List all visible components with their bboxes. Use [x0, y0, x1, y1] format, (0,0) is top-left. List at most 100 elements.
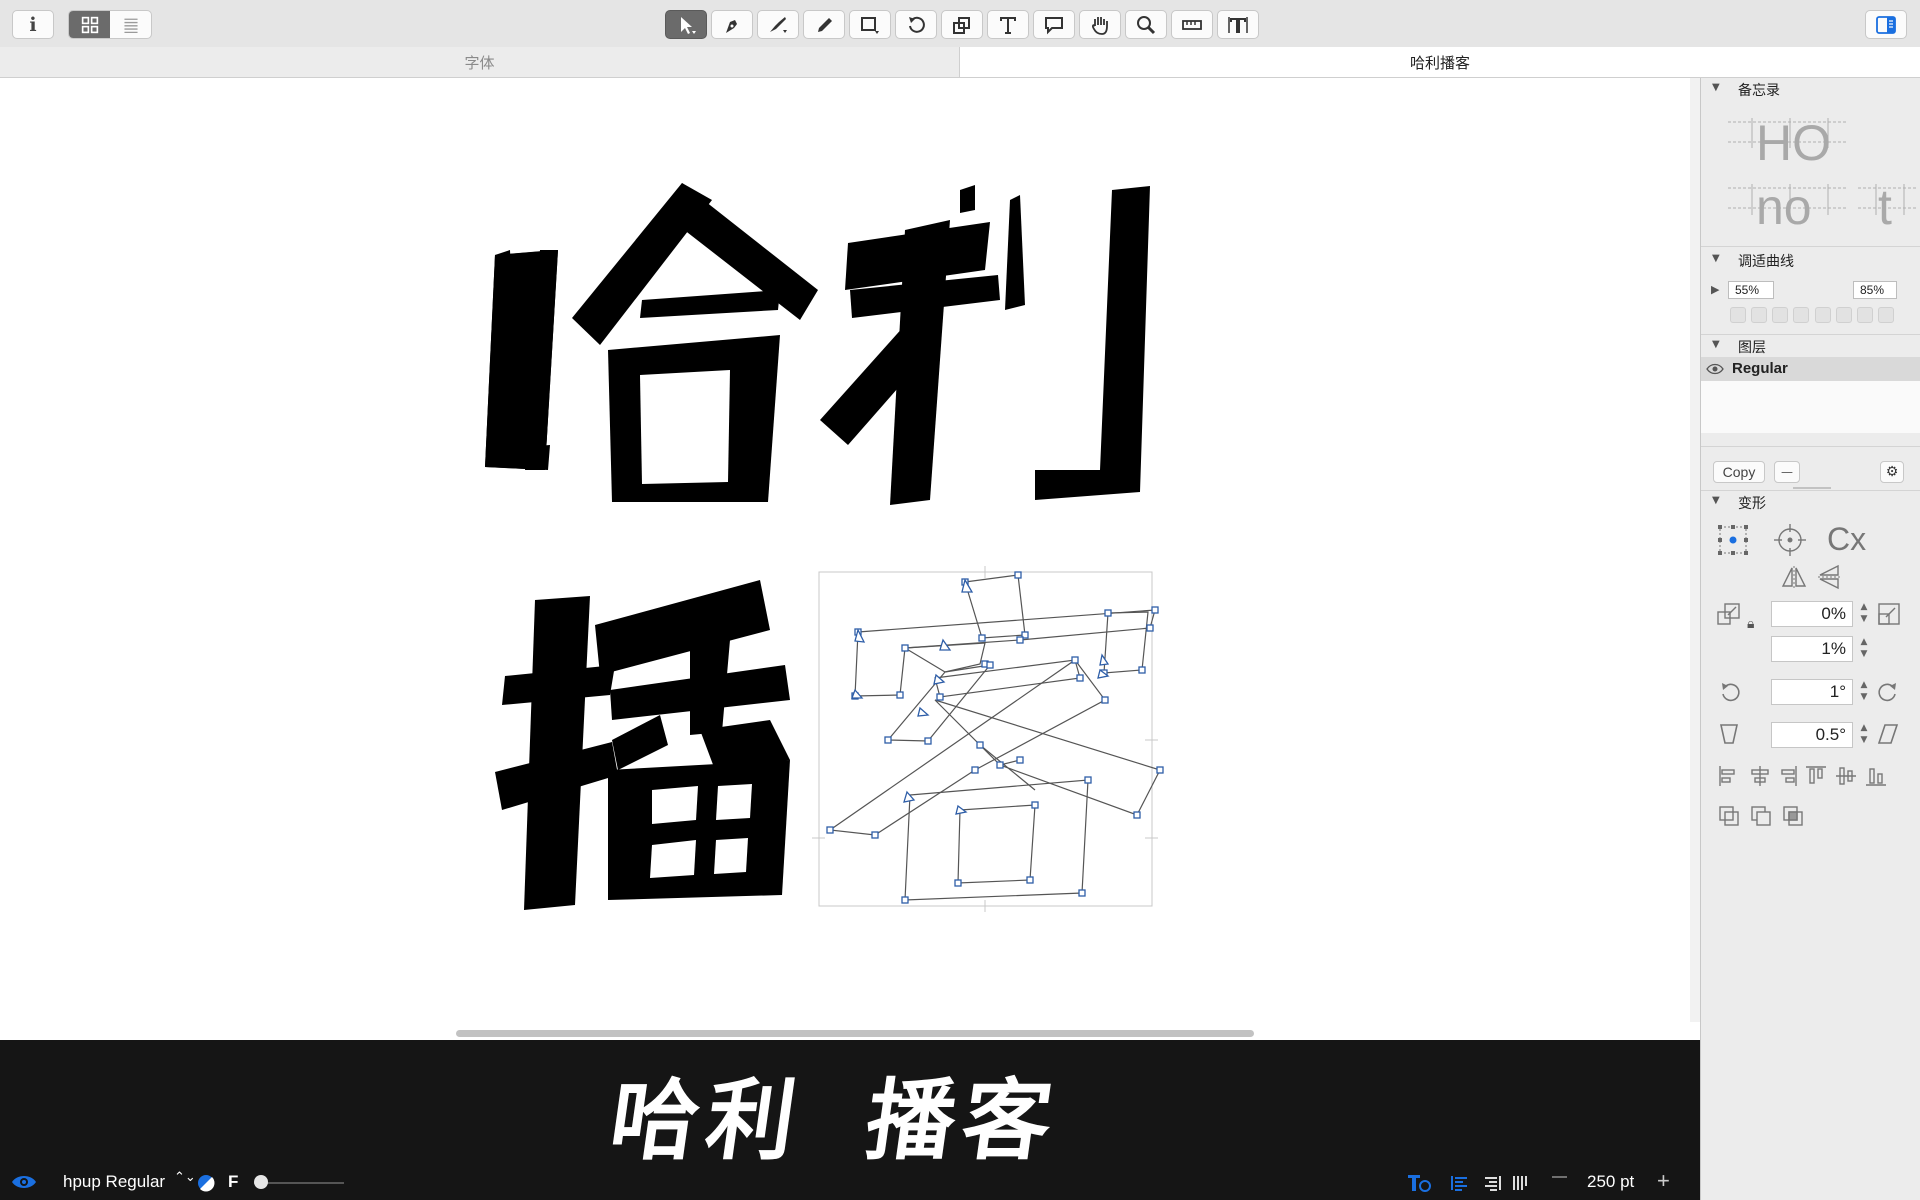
rotate-tool-button[interactable] [895, 10, 937, 39]
align-right-icon[interactable] [1781, 766, 1797, 786]
info-button[interactable]: i [12, 10, 54, 39]
rotate-tool-icon [909, 16, 925, 33]
crosshair-icon[interactable] [1772, 522, 1808, 558]
scale-tool-button[interactable] [941, 10, 983, 39]
rectangle-tool-icon [861, 16, 879, 34]
glyph-ke-outline[interactable] [812, 566, 1164, 912]
pencil-tool-button[interactable] [803, 10, 845, 39]
eye-icon[interactable] [10, 1172, 38, 1192]
boolean-ops-toolbar [1719, 806, 1803, 826]
metrics-tool-button[interactable] [1217, 10, 1259, 39]
flip-vertical-icon[interactable] [1816, 564, 1842, 590]
flip-horizontal-icon[interactable] [1781, 564, 1807, 590]
zoom-out-button[interactable]: — [1552, 1168, 1567, 1185]
measure-tool-button[interactable] [1171, 10, 1213, 39]
text-options-icon[interactable] [1406, 1172, 1432, 1194]
notes-section-title[interactable]: 备忘录 [1712, 80, 1780, 100]
hand-tool-button[interactable] [1079, 10, 1121, 39]
curve-preset-6[interactable] [1836, 307, 1852, 323]
scale-y-stepper[interactable]: ▲ ▼ [1858, 636, 1870, 662]
curve-left-field[interactable]: 55% [1728, 281, 1774, 299]
sidebar-toggle-button[interactable] [1865, 10, 1907, 39]
zoom-in-button[interactable]: + [1657, 1168, 1670, 1194]
kerning-preview-line3: t [1878, 179, 1892, 235]
curve-preset-4[interactable] [1793, 307, 1809, 323]
align-center-h-icon[interactable] [1751, 766, 1769, 786]
text-tool-button[interactable] [987, 10, 1029, 39]
rotate-stepper[interactable]: ▲ ▼ [1858, 679, 1870, 705]
curve-preset-5[interactable] [1815, 307, 1831, 323]
curve-preset-2[interactable] [1751, 307, 1767, 323]
curve-preset-1[interactable] [1730, 307, 1746, 323]
disclosure-triangle-icon[interactable]: ▶ [1711, 283, 1719, 296]
layers-list-empty-area [1701, 381, 1920, 433]
scale-x-stepper[interactable]: ▲ ▼ [1858, 601, 1870, 627]
pencil-tool-icon [818, 17, 832, 32]
panel-resize-handle[interactable] [1793, 487, 1831, 489]
slant-left-icon[interactable] [1718, 722, 1742, 746]
list-view-button[interactable] [110, 11, 151, 38]
intersect-icon[interactable] [1783, 806, 1803, 826]
align-toolbar [1719, 766, 1886, 786]
lock-icon[interactable]: 🔒︎ [1747, 616, 1754, 632]
copy-layer-button[interactable]: Copy [1713, 461, 1765, 483]
scale-up-icon[interactable] [1876, 601, 1902, 627]
metrics-tool-icon [1228, 16, 1248, 33]
layer-name[interactable]: Regular [1732, 360, 1788, 377]
align-right-icon[interactable] [1482, 1174, 1502, 1192]
horizontal-scrollbar[interactable] [456, 1030, 1254, 1037]
zoom-tool-button[interactable] [1125, 10, 1167, 39]
glyph-canvas[interactable] [0, 78, 1700, 1022]
tab-fonts[interactable]: 字体 [0, 47, 960, 77]
master-selector[interactable]: hpup Regular [63, 1172, 165, 1192]
union-icon[interactable] [1719, 806, 1739, 826]
rotate-ccw-icon[interactable] [1718, 680, 1742, 704]
eye-icon[interactable] [1706, 362, 1724, 376]
pen-tool-button[interactable] [757, 10, 799, 39]
gear-icon[interactable]: ⚙ [1880, 461, 1904, 483]
curve-preset-7[interactable] [1857, 307, 1873, 323]
toolbar: i [0, 0, 1920, 48]
align-left-icon[interactable] [1719, 766, 1735, 786]
transform-origin-grid-icon[interactable] [1717, 524, 1749, 556]
align-top-icon[interactable] [1806, 766, 1826, 784]
font-indicator[interactable]: F [228, 1172, 238, 1192]
scale-x-field[interactable]: 0% [1771, 601, 1853, 627]
size-slider-knob[interactable] [254, 1175, 268, 1189]
layers-section-title[interactable]: 图层 [1712, 337, 1766, 357]
rectangle-tool-button[interactable] [849, 10, 891, 39]
remove-layer-button[interactable]: — [1774, 461, 1800, 483]
curve-preset-3[interactable] [1772, 307, 1788, 323]
tab-glyph-view[interactable]: 哈利播客 [960, 47, 1920, 77]
list-view-icon [123, 18, 138, 33]
draw-tool-button[interactable] [711, 10, 753, 39]
color-mode-icon[interactable] [196, 1173, 216, 1193]
slant-right-icon[interactable] [1876, 722, 1900, 746]
view-mode-control [68, 10, 152, 39]
vertical-text-icon[interactable] [1511, 1174, 1529, 1192]
font-size-value[interactable]: 250 pt [1587, 1172, 1634, 1192]
curve-preset-8[interactable] [1878, 307, 1894, 323]
cx-align-button[interactable]: Cx [1827, 522, 1866, 556]
transform-section-title[interactable]: 变形 [1712, 493, 1766, 513]
curve-section-title[interactable]: 调适曲线 [1712, 251, 1794, 271]
subtract-icon[interactable] [1751, 806, 1771, 826]
align-bottom-icon[interactable] [1866, 768, 1886, 786]
slant-stepper[interactable]: ▲ ▼ [1858, 722, 1870, 748]
slant-field[interactable]: 0.5° [1771, 722, 1853, 748]
divider [1701, 446, 1920, 447]
scale-y-field[interactable]: 1% [1771, 636, 1853, 662]
curve-right-field[interactable]: 85% [1853, 281, 1897, 299]
rotate-field[interactable]: 1° [1771, 679, 1853, 705]
chevron-updown-icon: ⌃⌄ [174, 1170, 196, 1185]
measure-tool-icon [1182, 19, 1202, 30]
draw-tool-icon [726, 19, 737, 33]
align-left-icon[interactable] [1450, 1174, 1470, 1192]
grid-view-button[interactable] [69, 11, 110, 38]
align-center-v-icon[interactable] [1836, 767, 1856, 785]
rotate-cw-icon[interactable] [1876, 680, 1900, 704]
scale-down-icon[interactable] [1716, 601, 1742, 627]
preview-text-left: 哈利 [603, 1069, 811, 1172]
select-tool-button[interactable] [665, 10, 707, 39]
annotation-tool-button[interactable] [1033, 10, 1075, 39]
